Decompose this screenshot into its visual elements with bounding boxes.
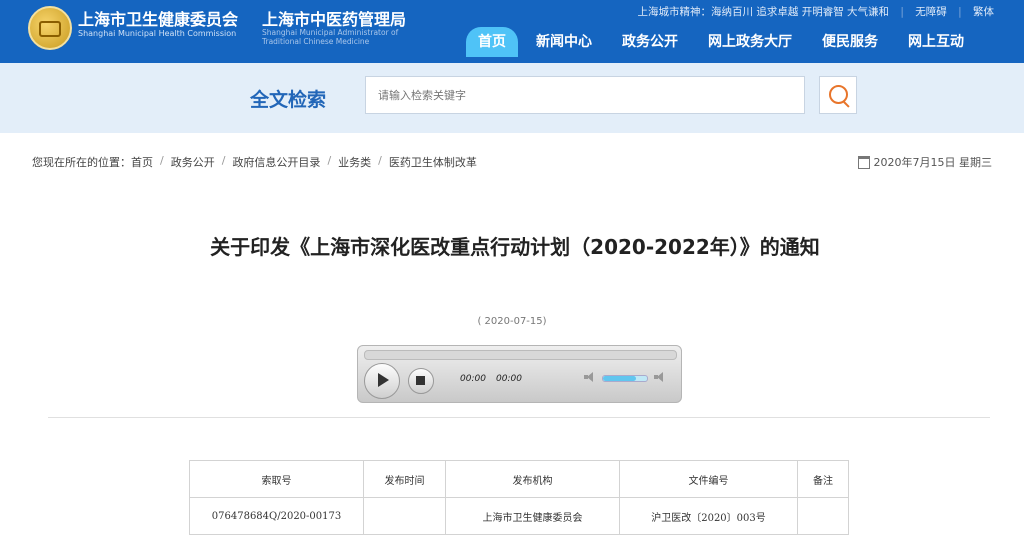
breadcrumb-medical-reform[interactable]: 医药卫生体制改革 (389, 154, 477, 170)
utility-separator: | (958, 6, 962, 18)
article-publish-date: ( 2020-07-15) (477, 316, 547, 327)
org-name-health-commission-en: Shanghai Municipal Health Commission (78, 29, 237, 38)
nav-government-affairs[interactable]: 政务公开 (610, 27, 690, 57)
table-row: 076478684Q/2020-00173 上海市卫生健康委员会 沪卫医改〔20… (189, 497, 849, 535)
org-name-health-commission[interactable]: 上海市卫生健康委员会 (78, 6, 238, 30)
breadcrumb-separator: / (221, 154, 226, 167)
breadcrumb: 您现在所在的位置： 首页 / 政务公开 / 政府信息公开目录 / 业务类 / 医… (32, 154, 477, 170)
col-header-document-number: 文件编号 (619, 460, 798, 498)
cell-publish-time (363, 497, 446, 535)
content-divider (48, 417, 990, 418)
breadcrumb-government-affairs[interactable]: 政务公开 (171, 154, 215, 170)
nav-news-center[interactable]: 新闻中心 (524, 27, 604, 57)
main-nav: 首页 新闻中心 政务公开 网上政务大厅 便民服务 网上互动 (466, 27, 982, 57)
breadcrumb-business-category[interactable]: 业务类 (338, 154, 371, 170)
audio-player: 00:00 00:00 (357, 345, 682, 403)
table-header-row: 索取号 发布时间 发布机构 文件编号 备注 (189, 460, 849, 498)
nav-home[interactable]: 首页 (466, 27, 518, 57)
breadcrumb-home[interactable]: 首页 (131, 154, 153, 170)
breadcrumb-info-catalog[interactable]: 政府信息公开目录 (232, 154, 320, 170)
traditional-chinese-link[interactable]: 繁体 (973, 6, 994, 18)
utility-separator: | (900, 6, 904, 18)
col-header-publisher: 发布机构 (445, 460, 620, 498)
article-title: 关于印发《上海市深化医改重点行动计划（2020-2022年）》的通知 (210, 235, 820, 259)
accessibility-link[interactable]: 无障碍 (915, 6, 947, 18)
breadcrumb-prefix: 您现在所在的位置： (32, 156, 131, 169)
col-header-remarks: 备注 (797, 460, 849, 498)
nav-public-services[interactable]: 便民服务 (810, 27, 890, 57)
volume-slider[interactable] (602, 375, 648, 382)
search-icon-handle (843, 101, 850, 108)
cell-publisher: 上海市卫生健康委员会 (445, 497, 620, 535)
city-slogan: 上海城市精神：海纳百川 追求卓越 开明睿智 大气谦和 (637, 6, 890, 18)
search-input[interactable] (365, 76, 805, 114)
volume-mute-icon[interactable] (584, 372, 596, 382)
col-header-publish-time: 发布时间 (363, 460, 446, 498)
top-utility-bar: 上海城市精神：海纳百川 追求卓越 开明睿智 大气谦和 | 无障碍 | 繁体 (630, 4, 994, 19)
audio-current-time: 00:00 (460, 374, 486, 384)
cell-remarks (797, 497, 849, 535)
cell-document-number: 沪卫医改〔2020〕003号 (619, 497, 798, 535)
col-header-index-number: 索取号 (189, 460, 364, 498)
org-name-tcm-bureau[interactable]: 上海市中医药管理局 (262, 6, 406, 30)
emblem-logo-icon[interactable] (28, 6, 72, 50)
breadcrumb-separator: / (378, 154, 382, 167)
full-text-search-title: 全文检索 (250, 89, 327, 111)
calendar-icon (857, 155, 870, 169)
nav-online-interaction[interactable]: 网上互动 (896, 27, 976, 57)
volume-slider-fill (603, 376, 636, 381)
search-button[interactable] (819, 76, 857, 114)
stop-icon[interactable] (408, 368, 434, 394)
org-name-tcm-bureau-en: Shanghai Municipal Administrator of Trad… (262, 28, 399, 46)
cell-index-number: 076478684Q/2020-00173 (189, 497, 364, 535)
document-info-table: 索取号 发布时间 发布机构 文件编号 备注 076478684Q/2020-00… (189, 460, 849, 535)
current-date: 2020年7月15日 星期三 (857, 154, 993, 170)
volume-max-icon[interactable] (654, 372, 666, 382)
nav-online-service-hall[interactable]: 网上政务大厅 (696, 27, 804, 57)
breadcrumb-separator: / (160, 154, 164, 167)
play-icon[interactable] (364, 363, 400, 399)
site-header: 上海市卫生健康委员会 Shanghai Municipal Health Com… (0, 0, 1024, 63)
search-band: 全文检索 (0, 63, 1024, 133)
audio-duration: 00:00 (496, 374, 522, 384)
audio-seek-bar[interactable] (364, 350, 677, 360)
breadcrumb-separator: / (327, 154, 332, 167)
current-date-text: 2020年7月15日 星期三 (873, 156, 993, 169)
